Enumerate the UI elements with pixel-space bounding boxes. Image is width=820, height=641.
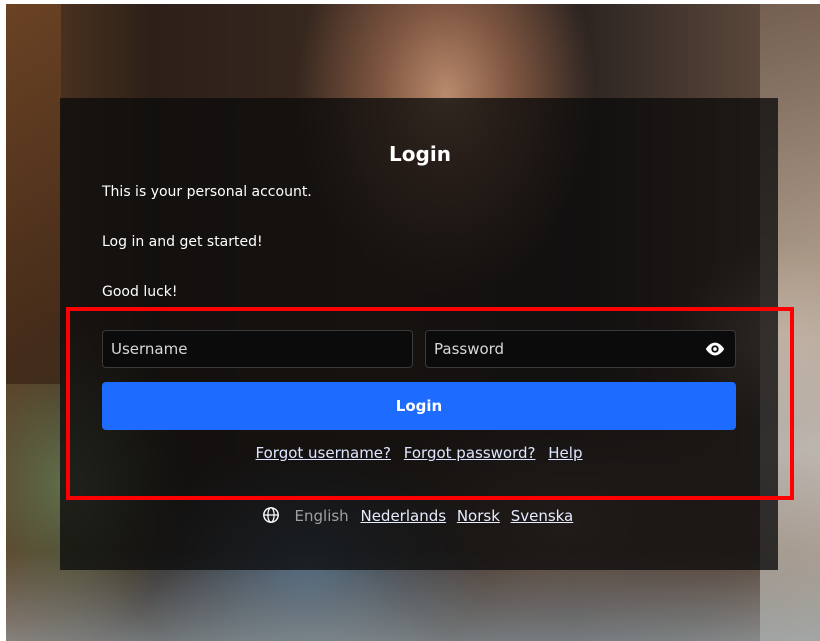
forgot-password-link[interactable]: Forgot password? — [404, 444, 536, 462]
intro-text-line-3: Good luck! — [102, 284, 178, 300]
language-option-nederlands[interactable]: Nederlands — [360, 507, 446, 525]
language-option-norsk[interactable]: Norsk — [457, 507, 500, 525]
intro-text-line-2: Log in and get started! — [102, 234, 263, 250]
eye-icon[interactable] — [704, 340, 726, 358]
language-selector: English Nederlands Norsk Svenska — [0, 506, 820, 525]
help-links: Forgot username? Forgot password? Help — [0, 444, 820, 462]
login-title: Login — [389, 142, 451, 166]
help-link[interactable]: Help — [548, 444, 582, 462]
language-current: English — [294, 507, 349, 525]
username-input[interactable] — [102, 330, 413, 368]
globe-icon — [262, 507, 279, 523]
language-option-svenska[interactable]: Svenska — [511, 507, 574, 525]
background-photo-left-edge — [6, 4, 61, 384]
forgot-username-link[interactable]: Forgot username? — [256, 444, 391, 462]
password-input[interactable] — [425, 330, 736, 368]
login-button[interactable]: Login — [102, 382, 736, 430]
intro-text-line-1: This is your personal account. — [102, 184, 312, 200]
